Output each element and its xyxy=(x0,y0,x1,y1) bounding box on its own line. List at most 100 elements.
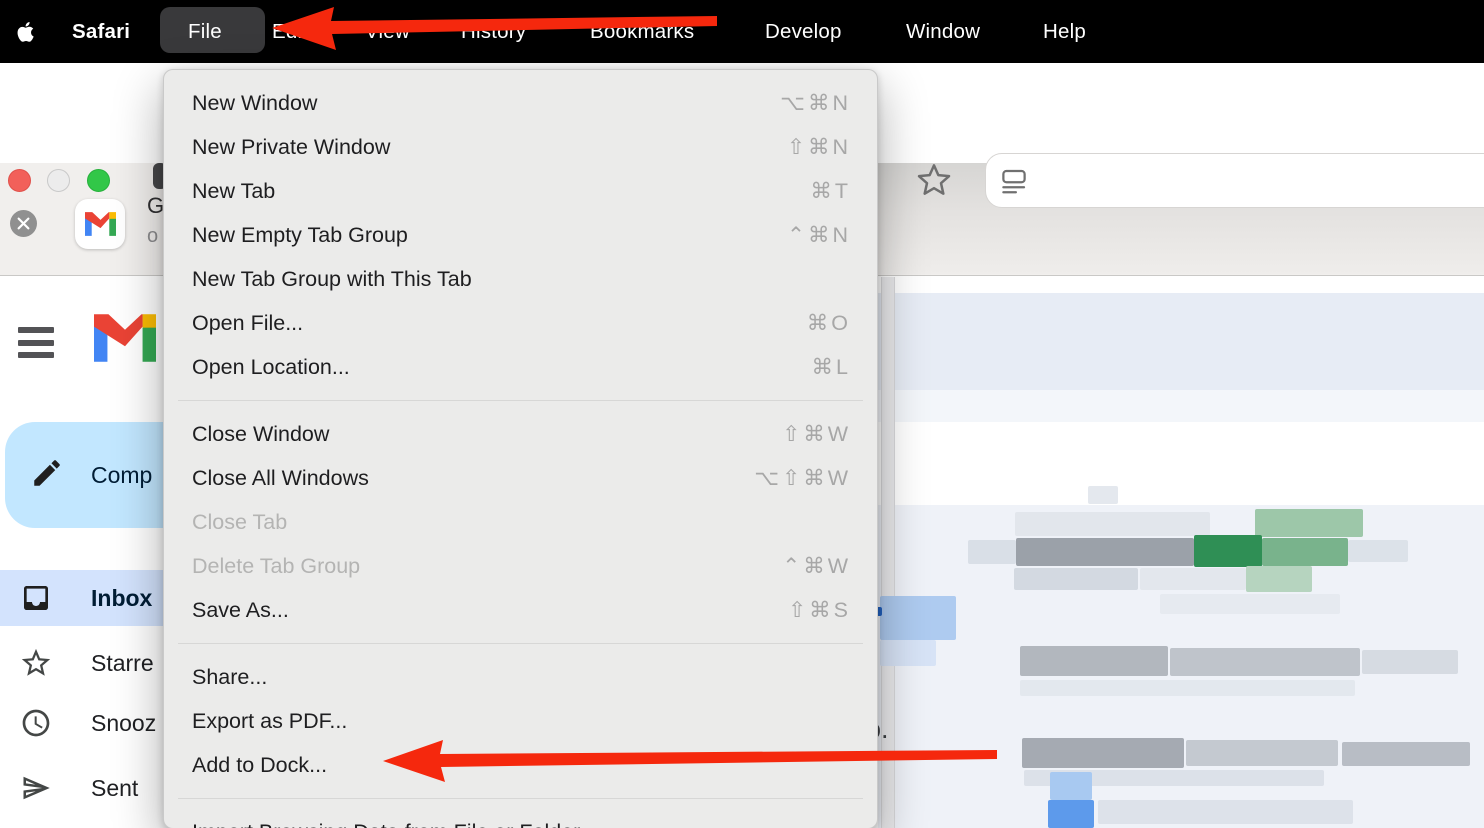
menu-item-label: Share... xyxy=(192,665,267,690)
menu-item-shortcut: ⌘O xyxy=(807,311,851,336)
menu-item-import-browsing-data-from-file-or-folder[interactable]: Import Browsing Data from File or Folder xyxy=(164,810,877,828)
sidebar-item-label: Inbox xyxy=(91,585,152,612)
menu-item-label: Close Window xyxy=(192,422,329,447)
blurred-content-block xyxy=(1015,512,1210,536)
blurred-content-block xyxy=(968,540,1016,564)
menu-item-label: Export as PDF... xyxy=(192,709,347,734)
menubar-item-help[interactable]: Help xyxy=(1043,0,1086,63)
menu-item-shortcut: ⌃⌘W xyxy=(782,554,851,579)
menu-separator xyxy=(178,798,863,799)
menu-item-share[interactable]: Share... xyxy=(164,655,877,699)
menu-item-label: New Tab xyxy=(192,179,275,204)
menubar-item-file[interactable]: File xyxy=(188,0,222,63)
menu-item-shortcut: ⌃⌘N xyxy=(787,223,851,248)
clock-icon xyxy=(19,706,53,740)
close-tab-button[interactable] xyxy=(10,210,37,237)
menubar-item-view[interactable]: View xyxy=(365,0,410,63)
hamburger-menu-icon[interactable] xyxy=(18,327,54,358)
blurred-content-block xyxy=(1020,680,1355,696)
menu-item-label: Import Browsing Data from File or Folder xyxy=(192,820,580,828)
blurred-content-block xyxy=(1186,740,1338,766)
menu-item-label: New Tab Group with This Tab xyxy=(192,267,472,292)
gmail-logo xyxy=(94,314,156,367)
menu-item-open-file[interactable]: Open File... ⌘O xyxy=(164,301,877,345)
menu-item-shortcut: ⌥⇧⌘W xyxy=(754,466,851,491)
menu-item-label: New Window xyxy=(192,91,317,116)
menu-item-shortcut: ⌥⌘N xyxy=(780,91,851,116)
sidebar-item-label: Snooz xyxy=(91,710,156,737)
menu-item-new-empty-tab-group[interactable]: New Empty Tab Group ⌃⌘N xyxy=(164,213,877,257)
menu-item-export-as-pdf[interactable]: Export as PDF... xyxy=(164,699,877,743)
menu-item-label: Close All Windows xyxy=(192,466,369,491)
menu-separator xyxy=(178,643,863,644)
blurred-content-block xyxy=(1014,568,1138,590)
menubar-item-window[interactable]: Window xyxy=(906,0,980,63)
blurred-content-block xyxy=(1088,486,1118,504)
blurred-content-block xyxy=(1342,742,1470,766)
blurred-content-block xyxy=(1262,538,1348,566)
menu-item-label: Open Location... xyxy=(192,355,350,380)
reader-format-icon[interactable] xyxy=(999,166,1029,196)
traffic-light-zoom[interactable] xyxy=(87,169,110,192)
gmail-search-band xyxy=(878,293,1484,390)
blurred-content-block xyxy=(1140,568,1246,590)
menu-item-new-window[interactable]: New Window ⌥⌘N xyxy=(164,81,877,125)
menu-item-shortcut: ⇧⌘N xyxy=(787,135,851,160)
blurred-content-block xyxy=(880,596,956,640)
menu-item-add-to-dock[interactable]: Add to Dock... xyxy=(164,743,877,787)
menu-item-close-window[interactable]: Close Window ⇧⌘W xyxy=(164,412,877,456)
background-text-fragment: o. xyxy=(878,714,889,745)
menu-item-new-tab-group-with-this-tab[interactable]: New Tab Group with This Tab xyxy=(164,257,877,301)
menu-item-label: Delete Tab Group xyxy=(192,554,360,579)
menu-item-new-private-window[interactable]: New Private Window⇧⌘N xyxy=(164,125,877,169)
menubar-item-edit[interactable]: Edit xyxy=(272,0,308,63)
menu-item-label: Add to Dock... xyxy=(192,753,327,778)
blurred-content-block xyxy=(1170,648,1360,676)
blurred-content-block xyxy=(1362,650,1458,674)
apple-menu-icon[interactable] xyxy=(14,19,38,45)
menubar-item-safari[interactable]: Safari xyxy=(72,0,130,63)
menu-item-label: Save As... xyxy=(192,598,289,623)
favorites-star-icon[interactable] xyxy=(914,160,954,200)
menubar-item-history[interactable]: History xyxy=(461,0,526,63)
blurred-content-block xyxy=(1160,594,1340,614)
menu-item-label: Close Tab xyxy=(192,510,287,535)
menu-item-shortcut: ⌘L xyxy=(812,355,851,380)
address-bar[interactable] xyxy=(985,153,1484,208)
gmail-favicon xyxy=(75,199,125,249)
tab-title: G xyxy=(147,193,164,219)
blurred-content-block xyxy=(1348,540,1408,562)
compose-label: Comp xyxy=(91,462,152,489)
menu-item-label: Open File... xyxy=(192,311,303,336)
blurred-content-block xyxy=(878,607,882,616)
menubar-item-develop[interactable]: Develop xyxy=(765,0,842,63)
blurred-content-block xyxy=(1020,646,1168,676)
blurred-content-block xyxy=(1022,738,1184,768)
blurred-content-block xyxy=(1048,800,1094,828)
blurred-content-block xyxy=(1246,566,1312,592)
menu-item-delete-tab-group: Delete Tab Group ⌃⌘W xyxy=(164,544,877,588)
sidebar-item-label: Sent xyxy=(91,775,138,802)
menu-bar: Safari File Edit View History Bookmarks Develo… xyxy=(0,0,1484,63)
menu-item-label: New Empty Tab Group xyxy=(192,223,408,248)
blurred-content-block xyxy=(1050,772,1092,800)
traffic-light-minimize[interactable] xyxy=(47,169,70,192)
menu-item-shortcut: ⌘T xyxy=(810,179,851,204)
blurred-content-block xyxy=(880,640,936,666)
menu-item-shortcut: ⇧⌘S xyxy=(788,598,851,623)
scrollbar-track[interactable] xyxy=(881,277,895,828)
tab-subtitle: o xyxy=(147,225,158,248)
inbox-icon xyxy=(19,581,53,615)
send-icon xyxy=(19,771,53,805)
menu-item-save-as[interactable]: Save As... ⇧⌘S xyxy=(164,588,877,632)
menu-item-new-tab[interactable]: New Tab ⌘T xyxy=(164,169,877,213)
star-icon xyxy=(19,646,53,680)
menu-item-shortcut: ⇧⌘W xyxy=(782,422,851,447)
menubar-item-bookmarks[interactable]: Bookmarks xyxy=(590,0,694,63)
menu-item-close-all-windows[interactable]: Close All Windows ⌥⇧⌘W xyxy=(164,456,877,500)
menu-separator xyxy=(178,400,863,401)
file-menu-panel: New Window⌥⌘NNew Private Window⇧⌘NNew Ta… xyxy=(163,69,878,828)
menu-item-open-location[interactable]: Open Location... ⌘L xyxy=(164,345,877,389)
traffic-light-close[interactable] xyxy=(8,169,31,192)
pencil-icon xyxy=(30,456,64,495)
